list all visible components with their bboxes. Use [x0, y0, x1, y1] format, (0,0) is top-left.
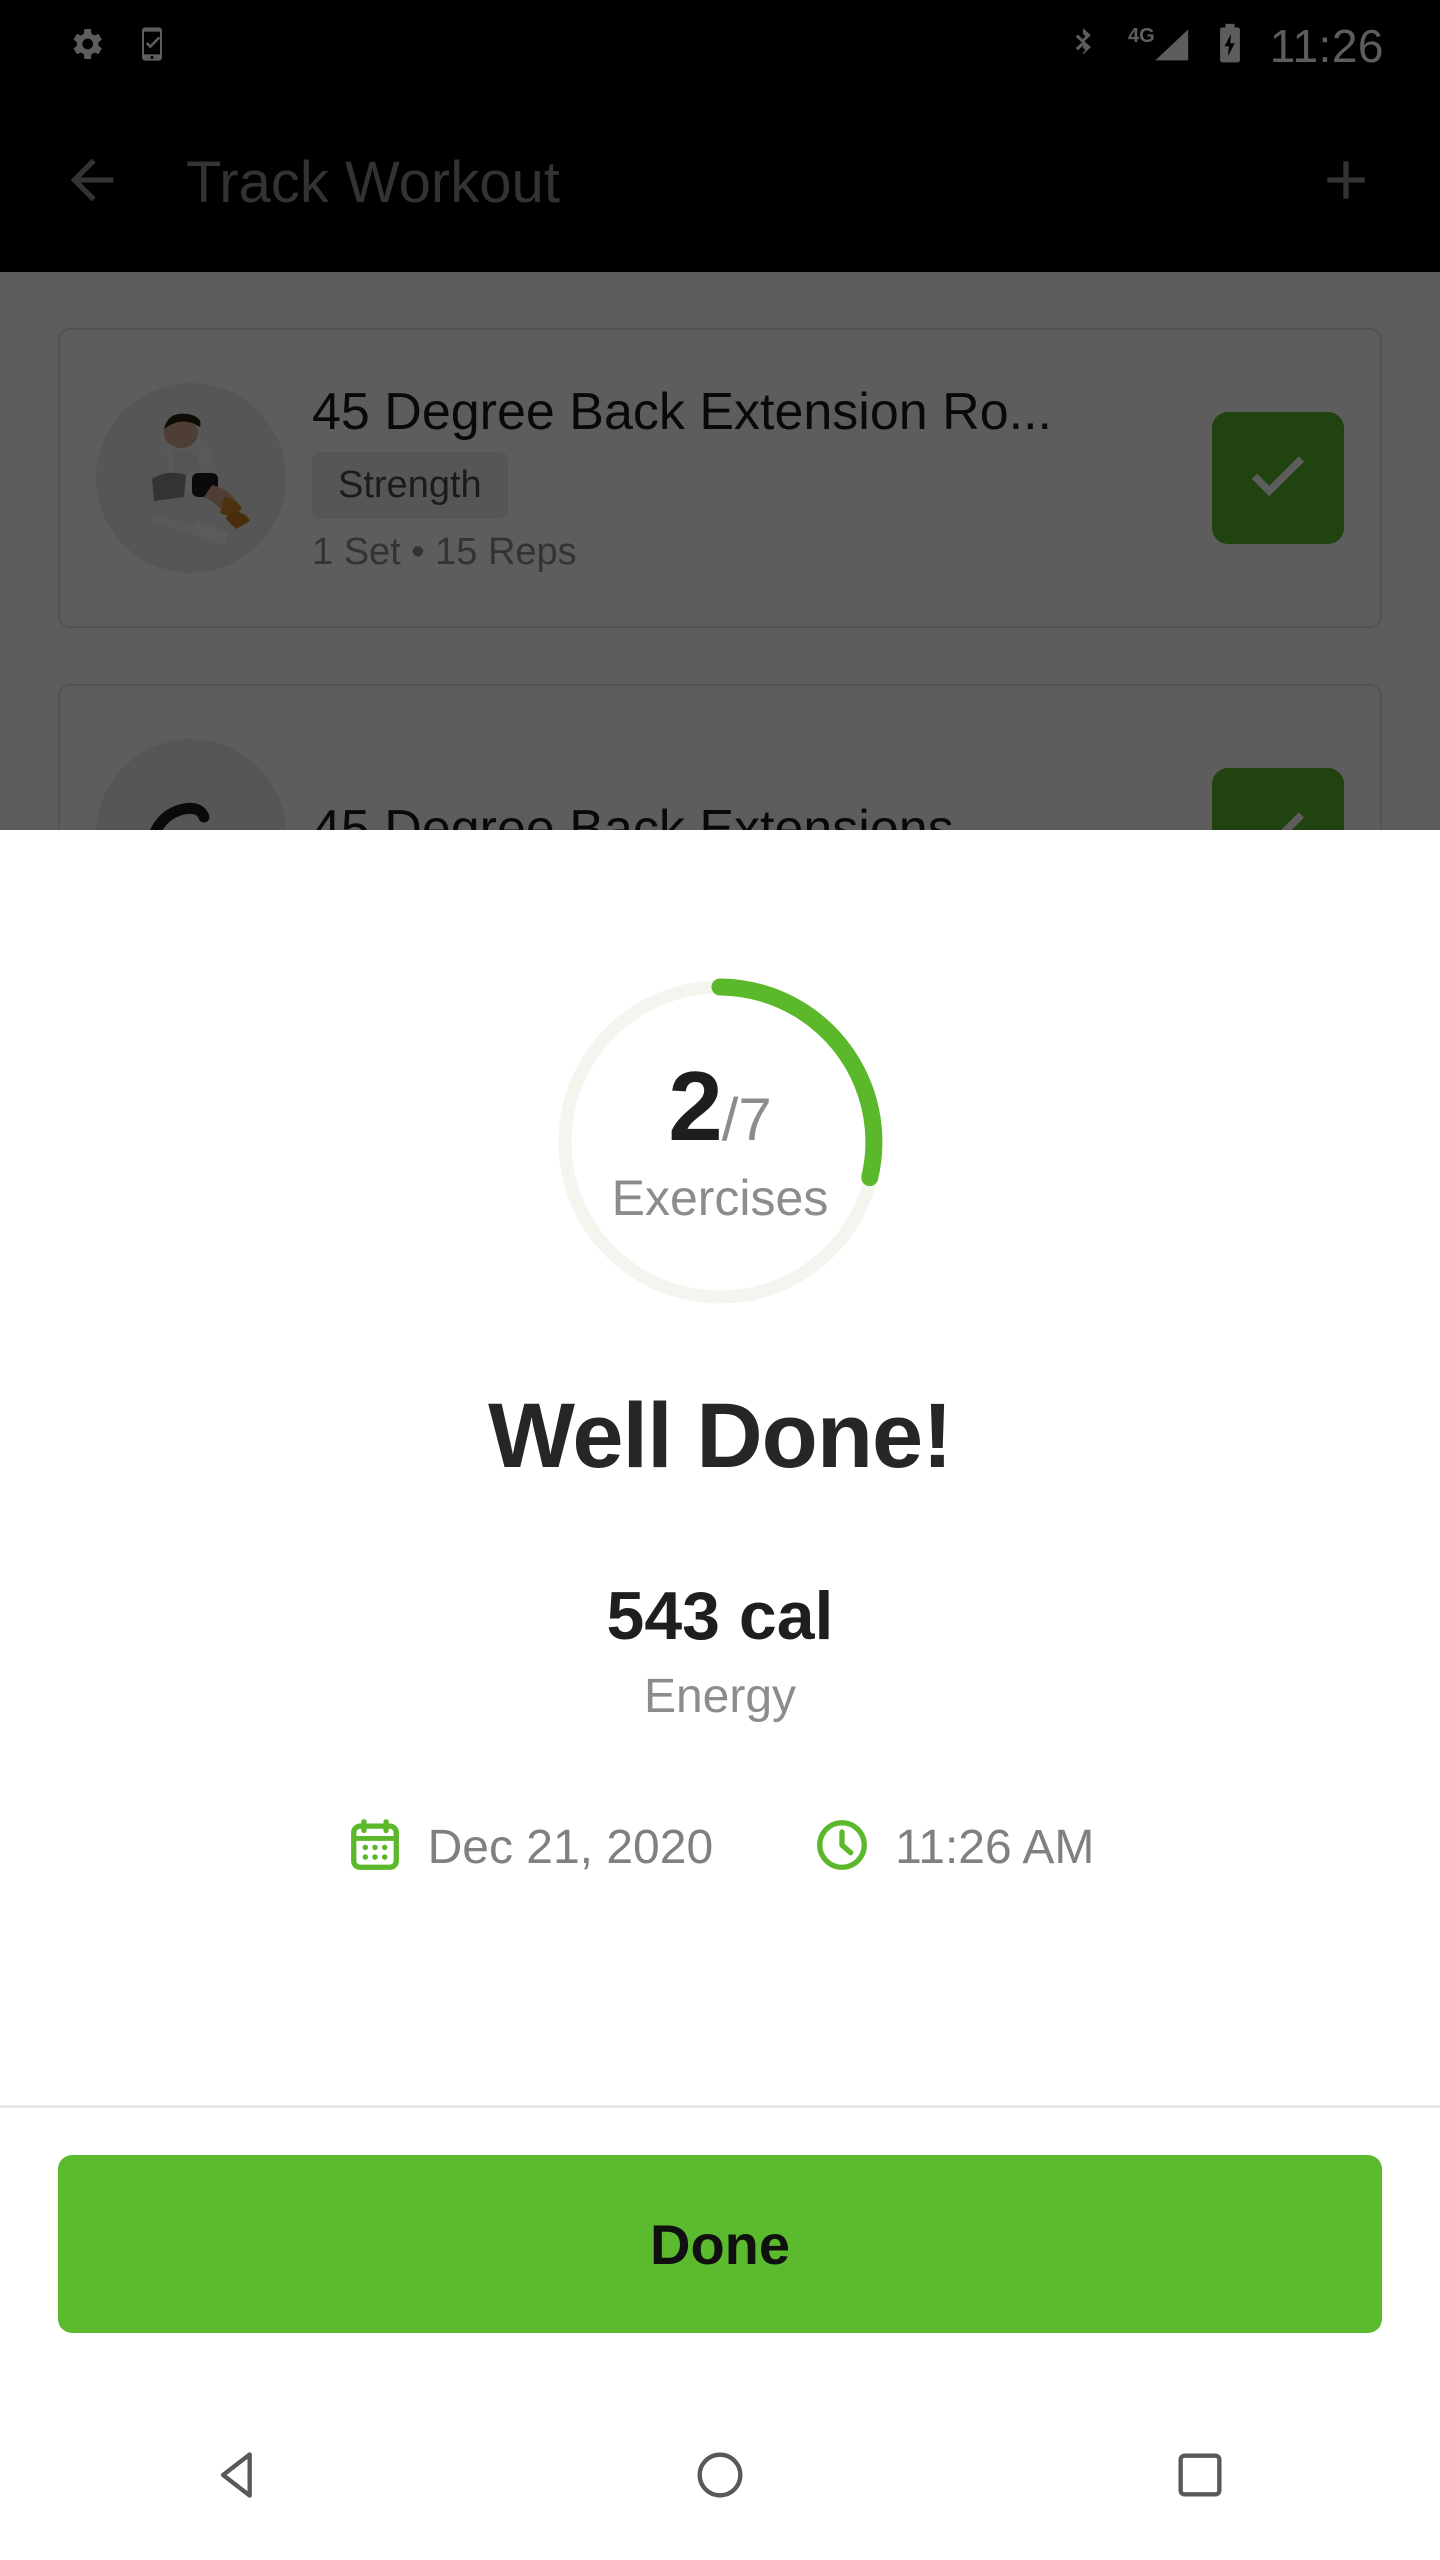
- exercise-checkbox[interactable]: [1212, 412, 1344, 544]
- progress-label: Exercises: [611, 1170, 829, 1226]
- calendar-icon: [346, 1816, 404, 1879]
- arrow-left-icon[interactable]: [60, 148, 124, 217]
- sheet-divider: [0, 2105, 1440, 2108]
- exercise-tag: Strength: [312, 452, 508, 519]
- status-bar-clock: 11:26: [1269, 20, 1384, 72]
- battery-charging-icon: [1216, 22, 1244, 71]
- progress-count: 2 /7: [668, 1057, 772, 1155]
- progress-ring-center: 2 /7 Exercises: [550, 972, 890, 1312]
- signal-4g-icon: 4G: [1128, 22, 1190, 71]
- exercise-title: 45 Degree Back Extension Ro...: [312, 383, 1052, 441]
- date-item: Dec 21, 2020: [346, 1816, 714, 1879]
- phone-check-icon: [132, 24, 172, 69]
- phone-screen: 4G 11:26 Track Workout 45 Degree Back Ex…: [0, 0, 1440, 2560]
- exercise-meta: 1 Set • 15 Reps: [312, 531, 577, 573]
- headline: Well Done!: [488, 1385, 953, 1487]
- nav-recents-icon[interactable]: [960, 2446, 1440, 2504]
- plus-icon[interactable]: [1314, 148, 1378, 217]
- list-item[interactable]: 45 Degree Back Extension Ro... Strength …: [58, 328, 1382, 628]
- app-bar: Track Workout: [0, 92, 1440, 272]
- date-text: Dec 21, 2020: [427, 1821, 714, 1874]
- status-bar-system-icons: 4G 11:26: [1064, 19, 1440, 73]
- time-item: 11:26 AM: [813, 1816, 1094, 1879]
- page-title: Track Workout: [186, 149, 560, 215]
- progress-total: /7: [721, 1086, 772, 1153]
- clock-icon: [813, 1816, 871, 1879]
- exercise-info: 45 Degree Back Extension Ro... Strength …: [286, 382, 1212, 574]
- bluetooth-icon: [1064, 22, 1102, 71]
- energy-value: 543 cal: [606, 1578, 834, 1654]
- exercise-thumbnail: [96, 383, 286, 573]
- status-bar: 4G 11:26: [0, 0, 1440, 92]
- navigation-bar: [0, 2390, 1440, 2560]
- time-text: 11:26 AM: [895, 1821, 1095, 1874]
- status-bar-notifications: [0, 24, 172, 69]
- progress-ring: 2 /7 Exercises: [550, 972, 890, 1312]
- svg-text:4G: 4G: [1128, 25, 1155, 47]
- progress-current: 2: [668, 1051, 723, 1161]
- workout-summary-sheet: 2 /7 Exercises Well Done! 543 cal Energy: [0, 830, 1440, 2390]
- summary-meta-row: Dec 21, 2020 11:26 AM: [0, 1816, 1440, 1879]
- nav-home-icon[interactable]: [480, 2446, 960, 2504]
- nav-back-icon[interactable]: [0, 2446, 480, 2504]
- done-button[interactable]: Done: [58, 2155, 1382, 2333]
- energy-label: Energy: [643, 1670, 797, 1723]
- settings-gear-icon: [66, 24, 106, 69]
